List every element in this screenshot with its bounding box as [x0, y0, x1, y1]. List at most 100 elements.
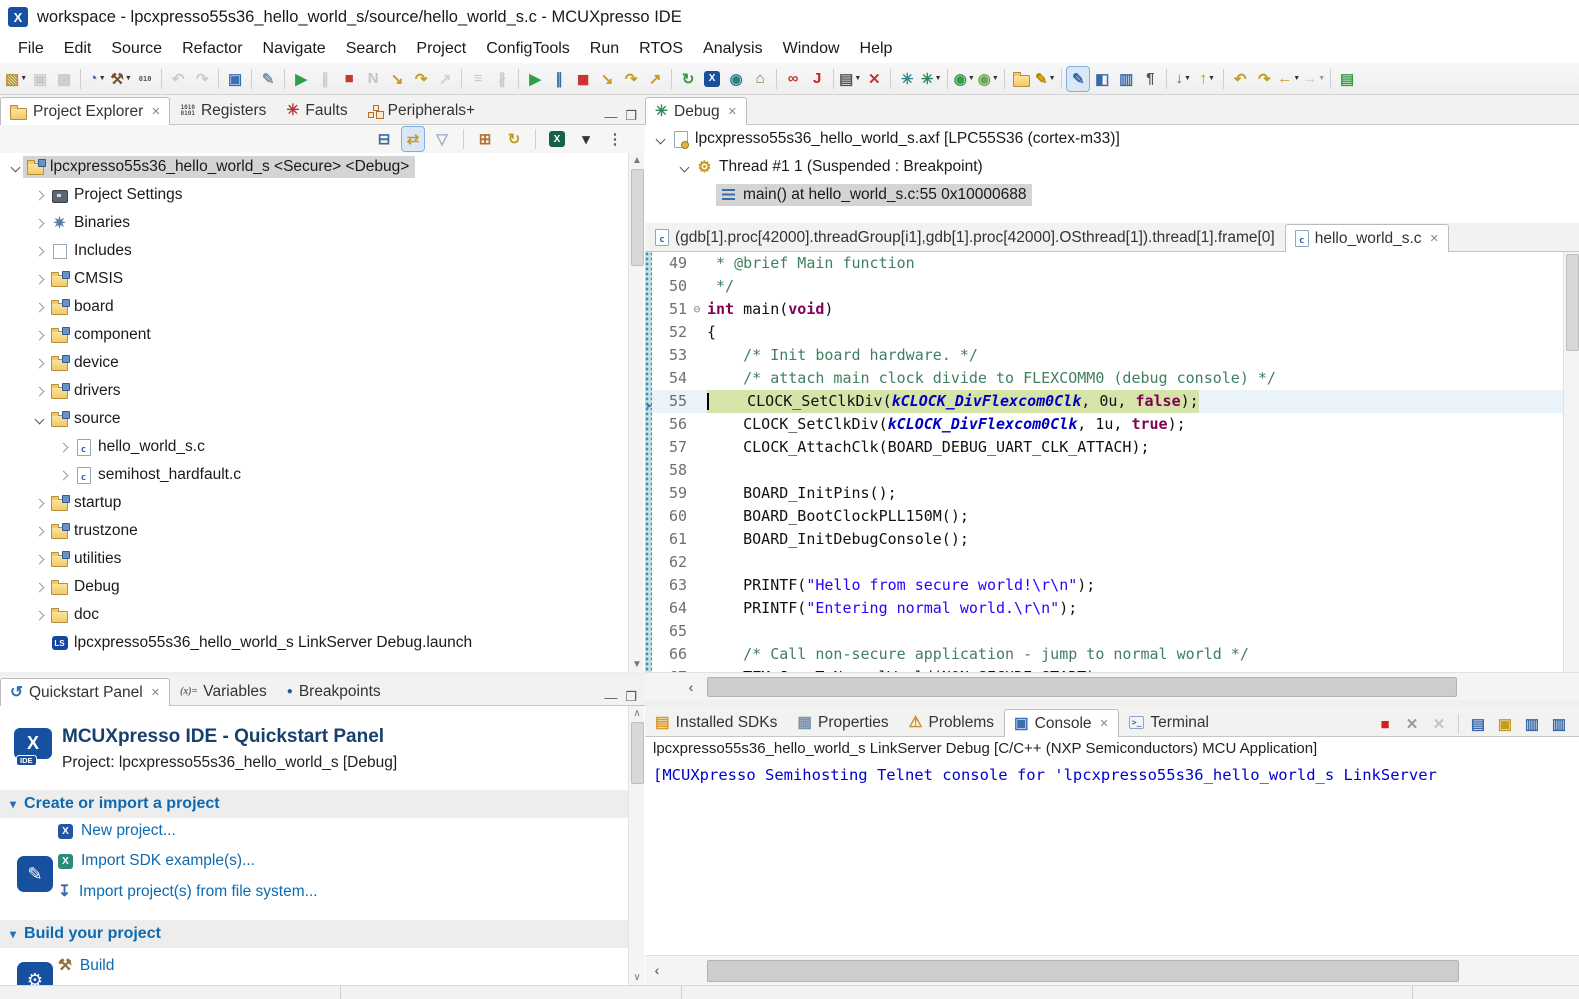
- scroll-down-icon[interactable]: ▼: [629, 659, 645, 670]
- remove-all-launches-button[interactable]: ✕: [1428, 712, 1450, 736]
- profile-button[interactable]: ◉▼: [977, 67, 999, 91]
- suspend-button[interactable]: ∥: [314, 67, 336, 91]
- chevron-collapsed-icon[interactable]: [35, 610, 45, 620]
- quickstart-section-0[interactable]: ▾Create or import a project: [0, 790, 629, 818]
- menu-item-run[interactable]: Run: [580, 37, 629, 61]
- menu-item-rtos[interactable]: RTOS: [629, 37, 693, 61]
- chevron-collapsed-icon[interactable]: [35, 274, 45, 284]
- close-icon[interactable]: ✕: [1430, 232, 1439, 245]
- debug-tree-row[interactable]: main() at hello_world_s.c:55 0x10000688: [645, 181, 1579, 209]
- chevron-collapsed-icon[interactable]: [35, 218, 45, 228]
- quickstart-link-build[interactable]: ⚒Build: [58, 956, 114, 975]
- chevron-expanded-icon[interactable]: [680, 162, 690, 172]
- show-source-button[interactable]: ▥: [1115, 67, 1137, 91]
- qs-tab-variables[interactable]: (x)=Variables: [170, 677, 277, 705]
- remove-launch-button[interactable]: ✕: [1401, 712, 1423, 736]
- console-tab-console[interactable]: ▣Console✕: [1004, 709, 1119, 737]
- close-icon[interactable]: ✕: [151, 105, 160, 118]
- debug-tree-row[interactable]: lpcxpresso55s36_hello_world_s.axf [LPC55…: [645, 125, 1579, 153]
- menu-item-project[interactable]: Project: [406, 37, 476, 61]
- pe-tree-row[interactable]: doc: [0, 601, 645, 629]
- mcux-view-button[interactable]: X: [546, 127, 568, 151]
- link-with-editor-button[interactable]: ⇄: [402, 127, 424, 151]
- pin-console-button[interactable]: ▥: [1548, 712, 1570, 736]
- scroll-left-icon[interactable]: ‹: [681, 676, 701, 697]
- new-wizard-button[interactable]: ▧▼: [5, 67, 27, 91]
- step-filters-button[interactable]: ≡: [467, 67, 489, 91]
- scroll-up-icon[interactable]: ▲: [629, 155, 645, 166]
- next-member-button[interactable]: ↓▼: [1172, 67, 1194, 91]
- scroll-down-icon[interactable]: ∨: [629, 972, 645, 983]
- scroll-thumb[interactable]: [631, 169, 644, 266]
- prev-member-button[interactable]: ↑▼: [1196, 67, 1218, 91]
- editor-vscroll-thumb[interactable]: [1566, 254, 1579, 351]
- mark-occurrences-button[interactable]: ✎: [1067, 67, 1089, 91]
- close-icon[interactable]: ✕: [151, 686, 160, 699]
- scroll-lock-button[interactable]: ▣: [1494, 712, 1516, 736]
- step-over-all-button[interactable]: ↷: [620, 67, 642, 91]
- scroll-thumb[interactable]: [631, 722, 644, 784]
- console-tab-problems[interactable]: ⚠Problems: [899, 708, 1004, 736]
- menu-item-source[interactable]: Source: [101, 37, 172, 61]
- step-into-button[interactable]: ↘: [386, 67, 408, 91]
- console-hscroll-thumb[interactable]: [707, 960, 1459, 982]
- pe-tree-row[interactable]: component: [0, 321, 645, 349]
- link-server-button[interactable]: ∞: [782, 67, 804, 91]
- editor-vscrollbar[interactable]: [1563, 252, 1579, 672]
- quickstart-section-1[interactable]: ▾Build your project: [0, 920, 629, 948]
- open-resource-button[interactable]: [1010, 67, 1032, 91]
- pe-tab-registers[interactable]: 1010 0101Registers: [170, 96, 276, 124]
- delete-button[interactable]: ✕: [863, 67, 885, 91]
- back-history-button[interactable]: ↶: [1229, 67, 1251, 91]
- pe-tree-row[interactable]: device: [0, 349, 645, 377]
- pe-tree-row[interactable]: startup: [0, 489, 645, 517]
- scroll-up-icon[interactable]: ∧: [629, 708, 645, 719]
- open-console-button[interactable]: ▣: [224, 67, 246, 91]
- chevron-expanded-icon[interactable]: [656, 134, 666, 144]
- code-editor[interactable]: 49 * @brief Main function50 */51⊖int mai…: [645, 252, 1563, 672]
- step-return-button[interactable]: ↗: [434, 67, 456, 91]
- scroll-left-icon[interactable]: ‹: [647, 959, 667, 980]
- editor-tab--gdb-1-proc-42000-threadgroup-i1-gdb-1-p[interactable]: (gdb[1].proc[42000].threadGroup[i1],gdb[…: [645, 223, 1285, 251]
- qs-tab-breakpoints[interactable]: ●Breakpoints: [277, 677, 391, 705]
- last-edit-button[interactable]: ▤: [1336, 67, 1358, 91]
- step-return-all-button[interactable]: ↗: [644, 67, 666, 91]
- menu-item-help[interactable]: Help: [850, 37, 903, 61]
- menu-item-edit[interactable]: Edit: [54, 37, 102, 61]
- home-button[interactable]: ⌂: [749, 67, 771, 91]
- pe-tree-row[interactable]: source: [0, 405, 645, 433]
- fwd-history-button[interactable]: ↷: [1253, 67, 1275, 91]
- resume-button[interactable]: ▶: [290, 67, 312, 91]
- save-button[interactable]: ▣: [29, 67, 51, 91]
- quickstart-link-import-project-s-from-file-sys[interactable]: ↧Import project(s) from file system...: [58, 882, 318, 901]
- chevron-collapsed-icon[interactable]: [35, 498, 45, 508]
- debug-attach-button[interactable]: ✳▼: [920, 67, 942, 91]
- undo-button[interactable]: ↶: [167, 67, 189, 91]
- pe-tree-row[interactable]: trustzone: [0, 517, 645, 545]
- menu-item-window[interactable]: Window: [773, 37, 850, 61]
- close-icon[interactable]: ✕: [1100, 717, 1109, 730]
- project-explorer-scrollbar[interactable]: ▲▼: [628, 153, 644, 672]
- build-button[interactable]: ⚒▼: [110, 67, 132, 91]
- chevron-collapsed-icon[interactable]: [35, 302, 45, 312]
- compare-button[interactable]: ◧: [1091, 67, 1113, 91]
- terminate-all-button[interactable]: ◼: [572, 67, 594, 91]
- debug-tree-row[interactable]: ⚙Thread #1 1 (Suspended : Breakpoint): [645, 153, 1579, 181]
- pe-tree-row[interactable]: Debug: [0, 573, 645, 601]
- chevron-collapsed-icon[interactable]: [35, 330, 45, 340]
- terminate-button[interactable]: ■: [338, 67, 360, 91]
- chevron-collapsed-icon[interactable]: [35, 246, 45, 256]
- pe-tree-row[interactable]: drivers: [0, 377, 645, 405]
- step-over-button[interactable]: ↷: [410, 67, 432, 91]
- maximize-icon[interactable]: ❒: [625, 689, 637, 705]
- console-tab-installed-sdks[interactable]: ▤Installed SDKs: [645, 708, 787, 736]
- quickstart-link-new-project-[interactable]: XNew project...: [58, 822, 176, 840]
- resume-all-button[interactable]: ▶: [524, 67, 546, 91]
- disconnect-button[interactable]: N: [362, 67, 384, 91]
- jlink-button[interactable]: J: [806, 67, 828, 91]
- pe-tree-row[interactable]: CMSIS: [0, 265, 645, 293]
- refresh-debug-button[interactable]: ↻: [677, 67, 699, 91]
- console-hscrollbar[interactable]: ‹: [645, 955, 1579, 985]
- focus-grid-button[interactable]: ⊞: [474, 127, 496, 151]
- back-button[interactable]: ←▼: [1277, 67, 1300, 91]
